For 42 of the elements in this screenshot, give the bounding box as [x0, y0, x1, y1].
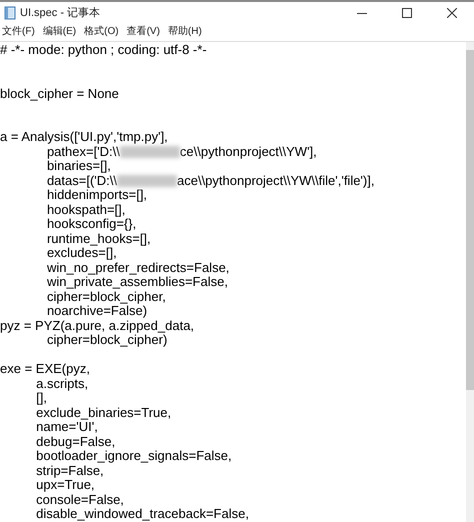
code-text: ce\\pythonproject\\YW'], [180, 144, 317, 159]
menu-item[interactable]: 编辑(E) [42, 24, 76, 38]
code-line: noarchive=False) [46, 304, 148, 318]
menu-item[interactable]: 文件(F) [2, 24, 35, 38]
code-line: win_private_assemblies=False, [46, 275, 228, 290]
code-line: console=False, [35, 492, 124, 507]
minimize-icon [356, 12, 366, 14]
code-line: hookspath=[], [46, 202, 126, 217]
code-line: name='UI', [35, 420, 98, 434]
code-line: excludes=[], [46, 246, 117, 260]
code-line: pyz = PYZ(a.pure, a.zipped_data, [0, 318, 194, 333]
maximize-icon [402, 8, 412, 18]
code-text: ace\\pythonproject\\YW\\file','file')], [177, 174, 374, 188]
code-line: bootloader_ignore_signals=False, [35, 449, 232, 464]
code-line: [], [35, 391, 47, 406]
menu-item[interactable]: 格式(O) [84, 24, 119, 38]
code-line: runtime_hooks=[], [46, 232, 151, 246]
code-line: binaries=[], [46, 159, 111, 174]
menu-item[interactable]: 帮助(H) [168, 24, 202, 38]
code-line: exe = EXE(pyz, [0, 362, 90, 376]
scrollbar-thumb[interactable] [466, 50, 474, 390]
code-line: cipher=block_cipher, [46, 290, 166, 304]
menu-item[interactable]: 查看(V) [126, 24, 160, 38]
code-text: pathex=['D:\\ [46, 144, 120, 159]
code-line: cipher=block_cipher) [46, 333, 168, 348]
close-icon [446, 8, 456, 18]
code-line: upx=True, [35, 478, 95, 492]
code-line: exclude_binaries=True, [35, 406, 172, 420]
code-line: a = Analysis(['UI.py','tmp.py'], [0, 130, 168, 144]
code-line: win_no_prefer_redirects=False, [46, 260, 230, 275]
window-title: UI.spec - 记事本 [20, 6, 100, 21]
scrollbar[interactable] [466, 42, 474, 522]
code-line: block_cipher = None [0, 86, 119, 101]
code-line: # -*- mode: python ; coding: utf-8 -*- [0, 43, 207, 58]
code-line: hiddenimports=[], [46, 188, 148, 202]
code-line: strip=False, [35, 464, 104, 478]
code-line: a.scripts, [35, 376, 88, 391]
code-line: disable_windowed_traceback=False, [35, 507, 249, 522]
code-line: hooksconfig={}, [46, 217, 136, 232]
code-text: datas=[('D:\\ [46, 174, 117, 188]
code-line: debug=False, [35, 434, 116, 449]
notepad-icon [4, 6, 16, 20]
